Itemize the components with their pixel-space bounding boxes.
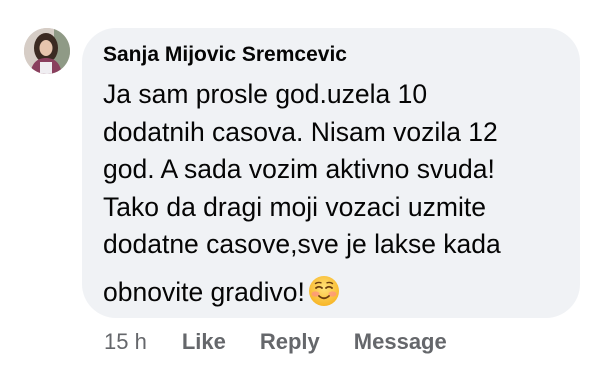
comment-text-line: dodatne casove,sve je lakse kada — [103, 229, 501, 259]
comment-text-line: Ja sam prosle god.uzela 10 — [103, 79, 428, 109]
like-button[interactable]: Like — [182, 329, 226, 355]
profile-photo-icon — [24, 28, 70, 74]
comment-actions: 15 h Like Reply Message — [104, 326, 481, 358]
comment-text: Ja sam prosle god.uzela 10 dodatnih caso… — [103, 76, 558, 317]
comment-text-line: Tako da dragi moji vozaci uzmite — [103, 191, 486, 222]
comment-text-line: dodatnih casova. Nisam vozila 12 — [103, 116, 498, 147]
smiling-face-icon — [308, 275, 340, 318]
comment-text-line: god. A sada vozim aktivno svuda! — [103, 154, 495, 184]
comment-text-line-last: obnovite gradivo! — [103, 274, 558, 318]
reply-button[interactable]: Reply — [260, 329, 320, 355]
comment-bubble: Sanja Mijovic Sremcevic Ja sam prosle go… — [82, 28, 580, 318]
comment-timestamp[interactable]: 15 h — [104, 329, 147, 355]
comment-text-line: obnovite gradivo! — [103, 276, 305, 307]
comment: Sanja Mijovic Sremcevic Ja sam prosle go… — [0, 0, 614, 366]
comment-author[interactable]: Sanja Mijovic Sremcevic — [103, 42, 558, 68]
message-button[interactable]: Message — [354, 329, 447, 355]
avatar[interactable] — [24, 28, 70, 74]
